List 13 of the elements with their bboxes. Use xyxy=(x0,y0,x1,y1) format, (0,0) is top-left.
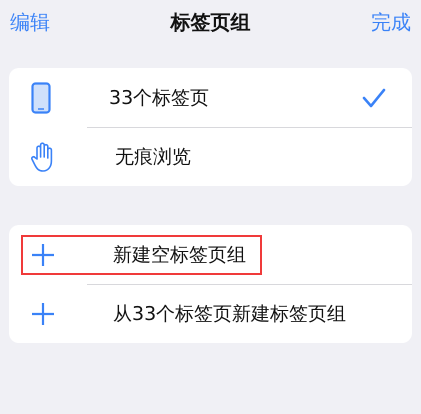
row-label: 新建空标签页组 xyxy=(113,242,246,268)
row-label: 33个标签页 xyxy=(109,86,210,110)
nav-title: 标签页组 xyxy=(170,8,250,36)
list-row[interactable]: 33个标签页 xyxy=(9,68,412,127)
phone-icon xyxy=(31,82,51,114)
list-row[interactable]: 无痕浏览 xyxy=(9,127,412,186)
plus-icon xyxy=(31,302,55,326)
list-row[interactable]: 新建空标签页组 xyxy=(9,225,412,284)
plus-icon xyxy=(31,242,55,266)
row-label: 无痕浏览 xyxy=(115,144,191,170)
row-label: 从33个标签页新建标签页组 xyxy=(113,302,346,326)
list-row[interactable]: 从33个标签页新建标签页组 xyxy=(9,284,412,343)
checkmark-icon xyxy=(362,88,386,108)
